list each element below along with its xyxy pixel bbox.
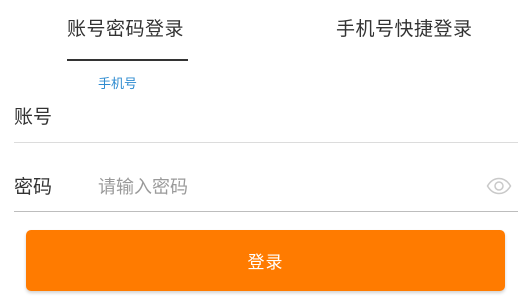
login-button[interactable]: 登录 — [26, 230, 505, 291]
account-floating-label: 手机号 — [98, 77, 138, 92]
account-input[interactable] — [98, 102, 478, 128]
account-label: 账号 — [14, 106, 53, 128]
password-input[interactable] — [98, 174, 478, 200]
login-button-label: 登录 — [247, 253, 284, 273]
password-label: 密码 — [14, 176, 53, 198]
password-divider — [14, 211, 518, 212]
tab-account-password-login[interactable]: 账号密码登录 — [67, 14, 184, 41]
login-form: 账号密码登录 手机号快捷登录 手机号 账号 密码 登录 — [0, 0, 520, 297]
eye-icon[interactable] — [486, 177, 512, 195]
active-tab-indicator — [67, 59, 188, 61]
account-divider — [14, 142, 518, 143]
tab-phone-quick-login[interactable]: 手机号快捷登录 — [336, 14, 473, 41]
